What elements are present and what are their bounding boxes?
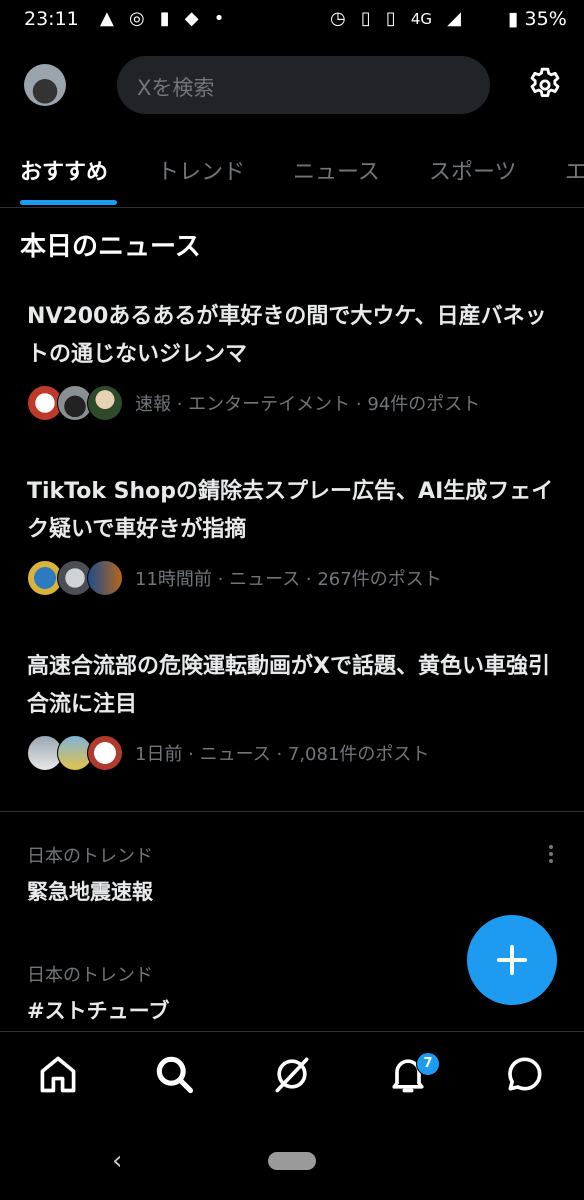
news-meta: 11時間前 · ニュース · 267件のポスト <box>27 559 562 597</box>
messages-icon[interactable] <box>503 1052 547 1096</box>
notification-badge: 7 <box>416 1052 440 1076</box>
active-tab-indicator <box>20 200 117 205</box>
news-meta-text: 11時間前 · ニュース · 267件のポスト <box>135 569 442 590</box>
trend-title[interactable]: #ストチューブ <box>27 995 169 1025</box>
tab-entertainment[interactable]: エ <box>565 154 584 186</box>
news-avatars <box>27 385 127 421</box>
news-avatars <box>27 560 127 596</box>
nfc-icon: ▯ <box>360 8 371 29</box>
news-item[interactable]: NV200あるあるが車好きの間で大ウケ、日産バネットの通じないジレンマ 速報 ·… <box>27 298 562 422</box>
avatar <box>87 735 123 771</box>
back-chevron-icon[interactable]: ‹ <box>112 1146 122 1176</box>
battery-icon: ▮ <box>508 8 519 30</box>
alert-icon: ▲ <box>100 8 114 29</box>
settings-gear-icon[interactable] <box>526 66 564 104</box>
trend-label: 日本のトレンド <box>27 846 153 867</box>
section-title: 本日のニュース <box>20 232 201 262</box>
home-gesture-pill[interactable] <box>268 1152 316 1170</box>
news-item[interactable]: 高速合流部の危険運転動画がXで話題、黄色い車強引合流に注目 1日前 · ニュース… <box>27 648 562 772</box>
news-meta: 1日前 · ニュース · 7,081件のポスト <box>27 734 562 772</box>
avatar <box>87 560 123 596</box>
news-headline: 高速合流部の危険運転動画がXで話題、黄色い車強引合流に注目 <box>27 654 550 717</box>
signal-icon: ◢ <box>447 8 461 29</box>
news-avatars <box>27 735 127 771</box>
avatar <box>87 385 123 421</box>
search-icon[interactable] <box>152 1052 196 1096</box>
dot-icon: • <box>213 8 225 29</box>
status-left-icons: ▲ ◎ ▮ ◆ • <box>100 8 234 29</box>
plus-icon <box>497 945 527 975</box>
search-placeholder: Xを検索 <box>137 76 215 100</box>
compose-button[interactable] <box>467 915 557 1005</box>
tabs-divider <box>0 207 584 208</box>
section-divider <box>0 811 584 812</box>
news-meta-text: 1日前 · ニュース · 7,081件のポスト <box>135 744 430 765</box>
status-bar: 23:11 ▲ ◎ ▮ ◆ • ◷ ▯ ▯ 4G ◢ ▮ 35% <box>0 0 584 40</box>
tab-recommended[interactable]: おすすめ <box>20 154 108 186</box>
status-time: 23:11 <box>24 8 79 30</box>
bottom-nav <box>0 1031 584 1122</box>
more-options-icon[interactable] <box>544 842 558 866</box>
news-meta-text: 速報 · エンターテイメント · 94件のポスト <box>135 394 481 415</box>
circle-icon: ◎ <box>128 8 145 29</box>
trend-label: 日本のトレンド <box>27 965 153 986</box>
news-meta: 速報 · エンターテイメント · 94件のポスト <box>27 384 562 422</box>
news-headline: TikTok Shopの錆除去スプレー広告、AI生成フェイク疑いで車好きが指摘 <box>27 479 554 542</box>
grok-icon[interactable] <box>270 1052 314 1096</box>
trend-title[interactable]: 緊急地震速報 <box>27 876 153 906</box>
home-icon[interactable] <box>36 1052 80 1096</box>
search-input[interactable]: Xを検索 <box>117 56 490 114</box>
status-right-icons: ◷ ▯ ▯ 4G ◢ <box>330 8 471 29</box>
battery-level: ▮ 35% <box>508 8 567 30</box>
shield-alert-icon: ◆ <box>184 8 199 29</box>
tab-trends[interactable]: トレンド <box>157 154 245 186</box>
news-item[interactable]: TikTok Shopの錆除去スプレー広告、AI生成フェイク疑いで車好きが指摘 … <box>27 473 562 597</box>
profile-avatar[interactable] <box>24 64 66 106</box>
sd-card-icon: ▮ <box>159 8 170 29</box>
battery-percent: 35% <box>524 8 567 30</box>
news-headline: NV200あるあるが車好きの間で大ウケ、日産バネットの通じないジレンマ <box>27 304 547 367</box>
network-4g-icon: 4G <box>410 10 432 28</box>
alarm-icon: ◷ <box>330 8 346 29</box>
tab-news[interactable]: ニュース <box>293 154 380 186</box>
tab-sports[interactable]: スポーツ <box>429 154 517 186</box>
vibrate-icon: ▯ <box>385 8 396 29</box>
